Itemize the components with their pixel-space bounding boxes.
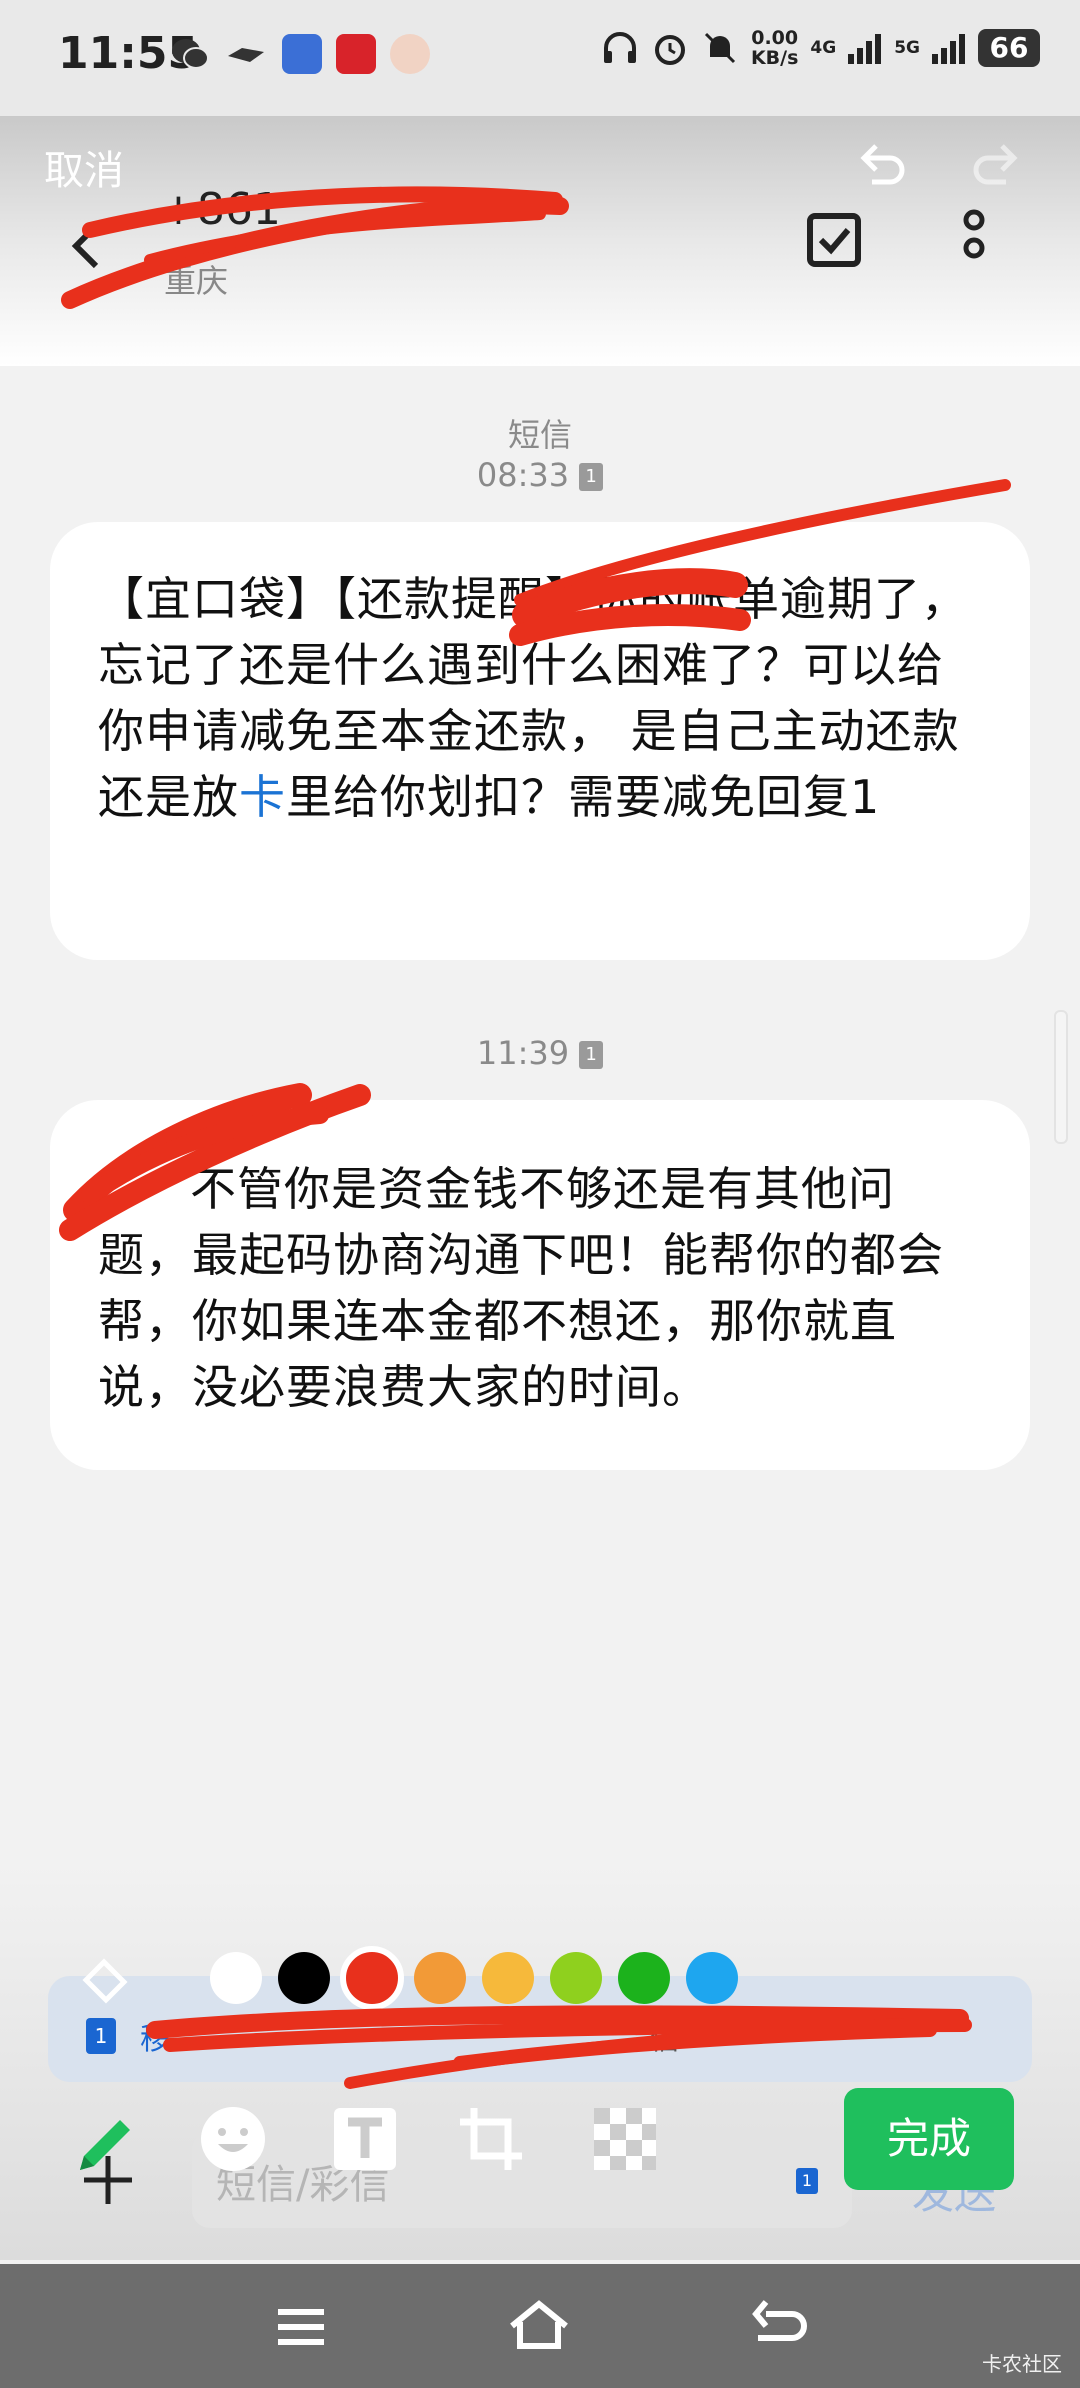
signal-icon-1 [848, 34, 882, 64]
timestamp-text: 11:39 [476, 1034, 570, 1072]
eraser-icon[interactable] [78, 1952, 132, 2006]
mosaic-tool-icon[interactable] [590, 2104, 660, 2174]
message-text: 不管你是资金钱不够还是有其他问题，最起码协商沟通下吧！能帮你的都会帮，你如果连本… [98, 1162, 944, 1414]
emoji-tool-icon[interactable] [198, 2104, 268, 2174]
scrollbar-thumb[interactable] [1054, 1010, 1068, 1144]
back-arrow-icon[interactable] [62, 216, 112, 276]
sim-selector[interactable] [48, 1976, 1032, 2082]
done-button[interactable]: 完成 [844, 2088, 1014, 2190]
watermark-text: 卡农社区 [982, 2352, 1062, 2376]
color-swatch[interactable] [414, 1952, 466, 2004]
sim-label: 移 [140, 2022, 170, 2057]
bank-app-icon [336, 34, 376, 74]
alarm-icon [654, 35, 685, 65]
crop-tool-icon[interactable] [456, 2104, 526, 2174]
wechat-icon [172, 39, 209, 69]
color-swatch[interactable] [278, 1952, 330, 2004]
app-notification-icon [228, 48, 264, 62]
channel-label: 短信 [507, 416, 572, 454]
editor-dim-overlay [0, 116, 1080, 366]
sim-card-icon: 1 [579, 1041, 604, 1069]
sim-label-2: 信 [650, 2022, 680, 2057]
sim-badge: 1 [86, 2018, 116, 2054]
menu-nav-icon[interactable] [266, 2292, 336, 2362]
conversation-header: 取消 +861 重庆 [0, 116, 1080, 366]
mute-bell-icon [704, 32, 735, 64]
message-text: 里给你划扣？需要减免回复1 [286, 770, 881, 824]
sim-card-icon: 1 [579, 463, 604, 491]
network-speed: 0.00 KB/s [751, 28, 798, 68]
message-text: 【宜口袋】【还款提醒】 [98, 572, 592, 626]
signal-icon-2 [932, 34, 965, 64]
input-sim-icon: 1 [796, 2168, 818, 2194]
redo-icon[interactable] [966, 136, 1026, 196]
undo-icon[interactable] [852, 136, 912, 196]
color-swatch[interactable] [618, 1952, 670, 2004]
notification-icons [170, 34, 430, 74]
network-type-2: 5G [894, 38, 920, 58]
text-tool-icon[interactable] [330, 2104, 400, 2174]
message-bubble[interactable]: 【宜口袋】【还款提醒】你的账单逾期了，忘记了还是什么遇到什么困难了？可以给你申请… [50, 522, 1030, 960]
status-bar: 11:55 0.00 KB/s 4G 5G 66 [0, 0, 1080, 116]
color-swatch[interactable] [482, 1952, 534, 2004]
message-link[interactable]: 卡 [239, 770, 286, 824]
cancel-button[interactable]: 取消 [44, 138, 124, 196]
color-swatch[interactable] [210, 1952, 262, 2004]
color-swatch[interactable] [550, 1952, 602, 2004]
headphones-icon [603, 32, 636, 63]
game-app-icon [282, 34, 322, 74]
network-type-1: 4G [810, 38, 837, 58]
contact-location: 重庆 [164, 262, 229, 300]
select-checkbox-icon[interactable] [804, 210, 864, 270]
contact-phone-number: +861 [160, 184, 281, 235]
message-bubble[interactable]: 不管你是资金钱不够还是有其他问题，最起码协商沟通下吧！能帮你的都会帮，你如果连本… [50, 1100, 1030, 1470]
battery-indicator: 66 [978, 29, 1040, 67]
avatar-app-icon [390, 34, 430, 74]
more-options-icon[interactable] [956, 206, 992, 278]
speed-value: 0.00 [751, 27, 799, 49]
back-nav-icon[interactable] [744, 2292, 814, 2362]
color-swatch[interactable] [340, 1946, 404, 2010]
speed-unit: KB/s [750, 47, 799, 69]
color-swatch[interactable] [686, 1952, 738, 2004]
pen-tool-icon[interactable] [70, 2110, 140, 2180]
timestamp-text: 08:33 [476, 456, 570, 494]
message-timestamp: 08:33 1 [0, 456, 1080, 494]
message-timestamp: 11:39 1 [0, 1034, 1080, 1072]
home-nav-icon[interactable] [504, 2292, 574, 2362]
status-right: 0.00 KB/s 4G 5G 66 [601, 28, 1040, 68]
